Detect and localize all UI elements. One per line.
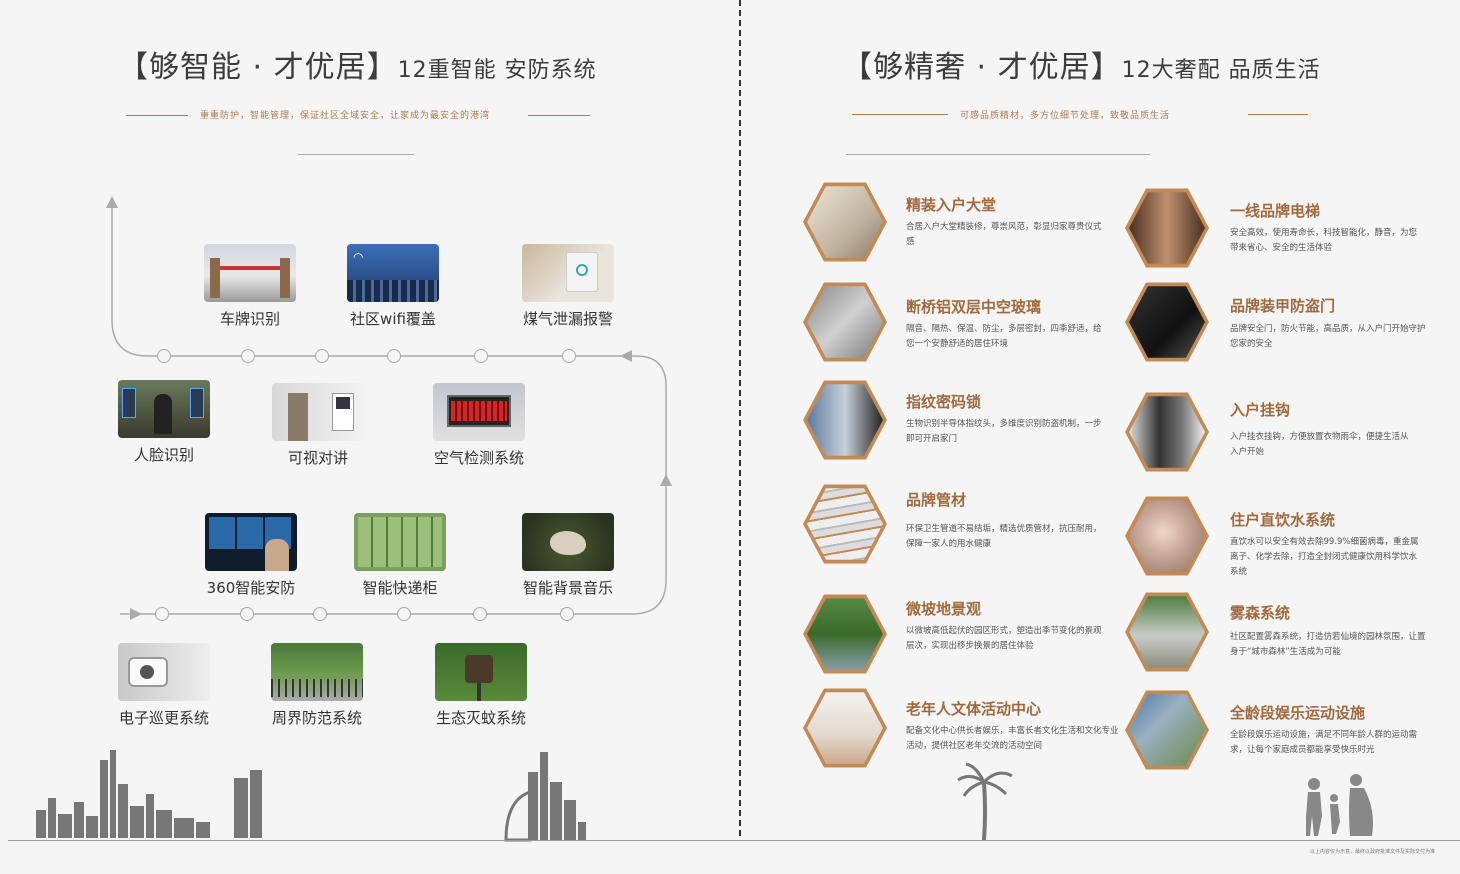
item-desc: 直饮水可以安全有效去除99.9%细菌病毒，重金属离子、化学去除，打造全封闭式健康… (1230, 537, 1419, 577)
feature-label: 可视对讲 (287, 449, 348, 467)
item-desc: 社区配置雾森系统，打造仿若仙境的园林氛围，让置身于“城市森林”生活成为可能 (1230, 632, 1426, 657)
patrol-icon (118, 643, 210, 701)
tower-skyline-illustration (504, 752, 586, 842)
timeline-node (315, 349, 329, 363)
feature-perimeter: 周界防范系统 (257, 643, 377, 728)
item-title: 断桥铝双层中空玻璃 (906, 298, 1042, 316)
feature-patrol: 电子巡更系统 (104, 643, 224, 728)
feature-license-plate: 车牌识别 (190, 244, 310, 329)
right-underline (846, 154, 1150, 155)
feature-wifi: ◠ 社区wifi覆盖 (333, 244, 453, 329)
item-desc: 隔音、隔热、保温、防尘，多层密封，四季舒适，给您一个安静舒适的居住环境 (906, 324, 1102, 349)
feature-label: 智能背景音乐 (522, 579, 613, 597)
item-title: 雾森系统 (1230, 604, 1291, 622)
item-desc: 合居入户大堂精装修，尊崇风范，彰显归家尊贵仪式感 (906, 222, 1102, 247)
air-monitor-icon (433, 383, 525, 441)
hex-image-fingerprint-lock (803, 380, 887, 460)
feature-label: 车牌识别 (219, 310, 280, 328)
item-title: 住户直饮水系统 (1230, 511, 1336, 529)
item-title: 精装入户大堂 (906, 196, 997, 214)
timeline-node (240, 607, 254, 621)
item-title: 品牌管材 (906, 491, 967, 509)
item-title: 老年人文体活动中心 (906, 700, 1042, 718)
feature-background-music: 智能背景音乐 (508, 513, 628, 598)
right-tagline: 可感品质精材，多方位细节处理，致敬品质生活 (960, 111, 1171, 121)
wifi-icon: ◠ (347, 244, 439, 302)
right-title-sub: 12大奢配 品质生活 (1121, 58, 1321, 83)
hex-image-security-door (1125, 282, 1209, 362)
item-desc: 环保卫生管道不易结垢，精选优质管材，抗压耐用，保障一家人的用水健康 (906, 524, 1102, 549)
timeline-node (241, 349, 255, 363)
feature-cctv: 360智能安防 (191, 513, 311, 598)
item-title: 入户挂钩 (1230, 401, 1291, 419)
feature-label: 360智能安防 (206, 579, 296, 597)
hex-image-pipes (803, 484, 887, 564)
timeline-node (157, 349, 171, 363)
item-desc: 全龄段娱乐运动设施，满足不同年龄人群的运动需求，让每个家庭成员都能享受快乐时光 (1230, 730, 1418, 755)
hex-image-landscape (803, 594, 887, 674)
timeline-node (560, 607, 574, 621)
feature-label: 煤气泄漏报警 (522, 310, 613, 328)
family-silhouette-illustration (1306, 774, 1373, 836)
page-baseline (8, 840, 1460, 841)
item-title: 一线品牌电梯 (1230, 202, 1321, 220)
feature-video-intercom: 可视对讲 (258, 383, 378, 468)
feature-label: 人脸识别 (133, 446, 194, 464)
parcel-locker-icon (354, 513, 446, 571)
right-tagline-rule-right (1248, 114, 1308, 115)
item-title: 微坡地景观 (906, 600, 982, 618)
hex-image-lobby (803, 182, 887, 262)
item-title: 指纹密码锁 (906, 393, 982, 411)
hex-image-drinking-water (1125, 496, 1209, 576)
cctv-icon (205, 513, 297, 571)
feature-label: 空气检测系统 (433, 449, 524, 467)
timeline-node (397, 607, 411, 621)
timeline-node (473, 607, 487, 621)
item-desc: 配备文化中心供长者娱乐，丰富长者文化生活和文化专业活动，提供社区老年交流的活动空… (906, 726, 1119, 751)
face-recognition-icon (118, 380, 210, 438)
feature-gas-alarm: 煤气泄漏报警 (508, 244, 628, 329)
right-title-main: 【够精奢 · 才优居】 (842, 50, 1122, 85)
item-desc: 品牌安全门，防火节能，高品质，从入户门开始守护您家的安全 (1230, 324, 1426, 349)
feature-mosquito-killer: 生态灭蚊系统 (421, 643, 541, 728)
timeline-node (562, 349, 576, 363)
license-plate-icon (204, 244, 296, 302)
video-intercom-icon (272, 383, 364, 441)
right-title: 【够精奢 · 才优居】12大奢配 品质生活 (842, 42, 1321, 86)
hex-image-mist (1125, 592, 1209, 672)
feature-label: 社区wifi覆盖 (350, 310, 436, 328)
perimeter-icon (271, 643, 363, 701)
palm-tree-illustration (957, 762, 1013, 841)
mosquito-killer-icon (435, 643, 527, 701)
timeline-node (387, 349, 401, 363)
timeline-node (313, 607, 327, 621)
timeline-node (155, 607, 169, 621)
feature-label: 电子巡更系统 (118, 709, 209, 727)
hex-image-hook (1125, 392, 1209, 472)
right-tagline-rule-left (852, 114, 948, 115)
feature-parcel-locker: 智能快递柜 (340, 513, 460, 598)
hex-image-elevator (1125, 188, 1209, 268)
item-desc: 入户挂衣挂钩，方便放置衣物雨伞，便捷生活从入户开始 (1230, 432, 1409, 457)
item-title: 全龄段娱乐运动设施 (1230, 704, 1366, 722)
gas-alarm-icon (522, 244, 614, 302)
feature-label: 生态灭蚊系统 (435, 709, 526, 727)
center-divider (739, 0, 741, 836)
footnote: 以上内容仅为示意，最终以政府批准文件及实际交付为准 (1310, 849, 1436, 855)
feature-label: 智能快递柜 (362, 579, 438, 597)
timeline-node (474, 349, 488, 363)
brochure-page: 【够智能 · 才优居】12重智能 安防系统 重重防护，智能管理，保证社区全域安全… (0, 0, 1460, 874)
hex-image-sports-facilities (1125, 690, 1209, 770)
feature-face-recognition: 人脸识别 (104, 380, 224, 465)
item-title: 品牌装甲防盗门 (1230, 297, 1336, 315)
music-icon (522, 513, 614, 571)
item-desc: 以微坡高低起伏的园区形式，塑造出季节变化的景观层次，实现出移步换景的居住体验 (906, 626, 1102, 651)
city-skyline-illustration (36, 750, 262, 838)
item-desc: 生物识别半导体指纹头，多维度识别防盗机制，一步即可开启家门 (906, 419, 1102, 444)
feature-air-monitor: 空气检测系统 (419, 383, 539, 468)
item-desc: 安全高效，使用寿命长，科技智能化，静音，为您带来省心、安全的生活体验 (1230, 228, 1418, 253)
hex-image-elderly-center (803, 688, 887, 768)
hex-image-glass (803, 282, 887, 362)
feature-label: 周界防范系统 (271, 709, 362, 727)
